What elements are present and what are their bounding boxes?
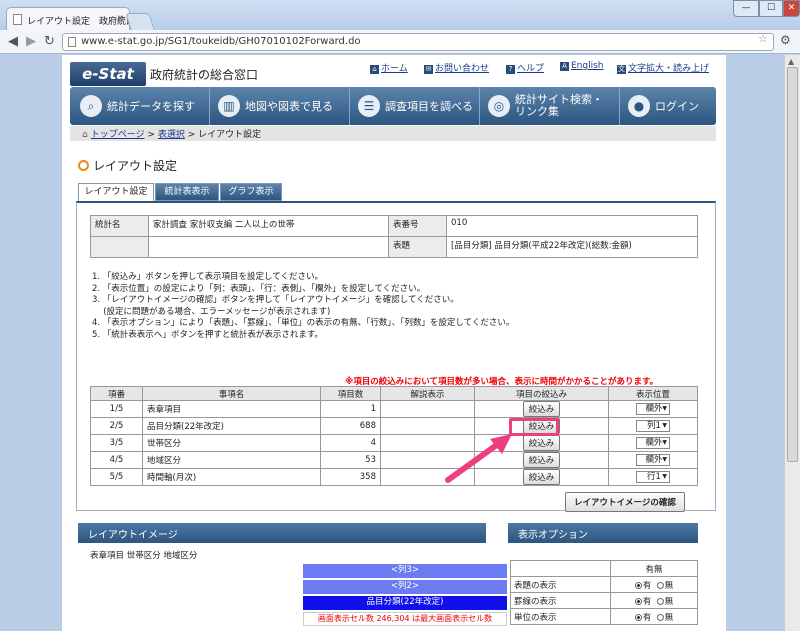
table-number-value: 010 <box>446 215 698 237</box>
radio-no[interactable] <box>656 581 664 589</box>
filter-button[interactable]: 絞込み <box>522 401 561 417</box>
url-text: www.e-stat.go.jp/SG1/toukeidb/GH07010102… <box>81 36 361 47</box>
scroll-up-icon[interactable]: ▲ <box>788 57 794 66</box>
stat-name-value: 家計調査 家計収支編 二人以上の世帯 <box>148 215 389 237</box>
display-options-header: 表示オプション <box>508 523 698 543</box>
highlight-box <box>509 418 559 436</box>
address-bar: ◀ ▶ ↻ www.e-stat.go.jp/SG1/toukeidb/GH07… <box>0 30 800 54</box>
table-number-label: 表番号 <box>388 215 447 237</box>
scrollbar[interactable]: ▲ <box>784 55 800 631</box>
text-size-icon: 文 <box>617 65 626 74</box>
link-english[interactable]: A English <box>560 61 604 71</box>
user-icon: ● <box>628 95 650 117</box>
back-icon[interactable]: ◀ <box>8 34 18 49</box>
items-table: 項番 事項名 項目数 解説表示 項目の絞込み 表示位置 1/5 表章項目 1 絞… <box>90 386 698 486</box>
menu-login[interactable]: ● ログイン <box>620 87 714 125</box>
position-select[interactable]: 欄外 <box>636 454 670 466</box>
position-select[interactable]: 行1 <box>636 471 670 483</box>
instructions: 1. 「絞込み」ボタンを押して表示項目を設定してください。 2. 「表示位置」の… <box>92 272 515 340</box>
wrench-icon[interactable]: ⚙ <box>780 33 791 47</box>
globe-icon: ◎ <box>488 95 510 117</box>
table-row: 5/5 時間軸(月次) 358 絞込み 行1 <box>90 468 698 486</box>
menu-map-chart[interactable]: ▥ 地図や図表で見る <box>210 87 350 125</box>
table-row: 2/5 品目分類(22年改定) 688 絞込み 列1 <box>90 417 698 435</box>
page-title: レイアウト設定 <box>78 157 177 174</box>
title-ring-icon <box>78 160 89 171</box>
chart-icon: ▥ <box>218 95 240 117</box>
bookmark-star-icon[interactable]: ☆ <box>758 32 768 45</box>
url-input[interactable]: www.e-stat.go.jp/SG1/toukeidb/GH07010102… <box>62 33 774 51</box>
position-select[interactable]: 列1 <box>636 420 670 432</box>
option-row: 表題の表示 有 無 <box>510 576 698 593</box>
layout-image-header: レイアウトイメージ <box>78 523 486 543</box>
home-icon: ⌂ <box>82 130 88 140</box>
radio-yes[interactable] <box>634 581 642 589</box>
breadcrumb-current: レイアウト設定 <box>198 130 262 140</box>
page-icon <box>13 14 22 25</box>
magnifier-icon: ⌕ <box>80 95 102 117</box>
filter-button[interactable]: 絞込み <box>522 435 561 451</box>
maximize-button[interactable]: ☐ <box>759 0 783 17</box>
minimize-button[interactable]: — <box>733 0 759 17</box>
breadcrumb: ⌂ トップページ > 表選択 > レイアウト設定 <box>70 126 716 141</box>
position-select[interactable]: 欄外 <box>636 403 670 415</box>
browser-tab-title: レイアウト設定 政府統計 <box>27 17 130 27</box>
table-title-label: 表題 <box>388 236 447 258</box>
cell-count-warning: 画面表示セル数 246,304 は最大画面表示セル数 <box>303 612 507 626</box>
link-help[interactable]: ? ヘルプ <box>506 61 544 74</box>
filter-button[interactable]: 絞込み <box>522 469 561 485</box>
new-tab-button[interactable] <box>125 13 155 30</box>
document-search-icon: ☰ <box>358 95 380 117</box>
mail-icon: ✉ <box>424 65 433 74</box>
scrollbar-thumb[interactable] <box>787 67 798 462</box>
filter-button[interactable]: 絞込み <box>522 452 561 468</box>
layout-col-2: <列2> <box>303 580 507 594</box>
menu-survey-items[interactable]: ☰ 調査項目を調べる <box>350 87 480 125</box>
position-select[interactable]: 欄外 <box>636 437 670 449</box>
menu-site-search[interactable]: ◎ 統計サイト検索・リンク集 <box>480 87 620 125</box>
link-contact[interactable]: ✉ お問い合わせ <box>424 61 489 74</box>
menu-search-data[interactable]: ⌕ 統計データを探す <box>72 87 210 125</box>
reload-icon[interactable]: ↻ <box>44 34 55 49</box>
breadcrumb-top[interactable]: トップページ <box>91 130 145 140</box>
window-close-button[interactable]: ✕ <box>783 0 800 17</box>
layout-confirm-button[interactable]: レイアウトイメージの確認 <box>565 492 685 512</box>
stat-info-table: 統計名 家計調査 家計収支編 二人以上の世帯 表番号 010 表題 [品目分類]… <box>90 215 698 258</box>
table-title-value: [品目分類] 品目分類(平成22年改定)(総数:金額) <box>446 236 698 258</box>
page-margin <box>726 55 784 631</box>
forward-icon[interactable]: ▶ <box>26 34 36 49</box>
close-tab-icon[interactable]: x <box>117 13 123 24</box>
stat-name-label: 統計名 <box>90 215 149 237</box>
site-name: 政府統計の総合窓口 <box>150 68 259 82</box>
layout-outside-items: 表章項目 世帯区分 地域区分 <box>90 551 198 561</box>
radio-no[interactable] <box>656 613 664 621</box>
tab-layout-settings[interactable]: レイアウト設定 <box>78 183 154 201</box>
layout-col-3: <列3> <box>303 564 507 578</box>
english-icon: A <box>560 62 569 71</box>
display-options-table: 有無 表題の表示 有 無 罫線の表示 有 無 単位の表示 有 無 <box>510 560 698 625</box>
table-row: 1/5 表章項目 1 絞込み 欄外 <box>90 400 698 418</box>
tab-table-view[interactable]: 統計表表示 <box>155 183 219 201</box>
home-icon: ⌂ <box>370 65 379 74</box>
tab-graph-view[interactable]: グラフ表示 <box>220 183 282 201</box>
table-row: 4/5 地域区分 53 絞込み 欄外 <box>90 451 698 469</box>
link-accessibility[interactable]: 文文字拡大・読み上げ <box>617 61 709 74</box>
help-icon: ? <box>506 65 515 74</box>
radio-no[interactable] <box>656 597 664 605</box>
link-home[interactable]: ⌂ ホーム <box>370 61 408 74</box>
option-row: 単位の表示 有 無 <box>510 608 698 625</box>
estat-logo[interactable]: e-Stat <box>70 62 146 86</box>
option-row: 罫線の表示 有 無 <box>510 592 698 609</box>
table-row: 3/5 世帯区分 4 絞込み 欄外 <box>90 434 698 452</box>
breadcrumb-table-select[interactable]: 表選択 <box>158 130 185 140</box>
page-icon <box>68 37 76 47</box>
radio-yes[interactable] <box>634 613 642 621</box>
radio-yes[interactable] <box>634 597 642 605</box>
layout-col-1: 品目分類(22年改定) <box>303 596 507 610</box>
browser-tab[interactable]: レイアウト設定 政府統計 x <box>6 7 130 31</box>
annotation-arrow-icon <box>445 434 512 483</box>
